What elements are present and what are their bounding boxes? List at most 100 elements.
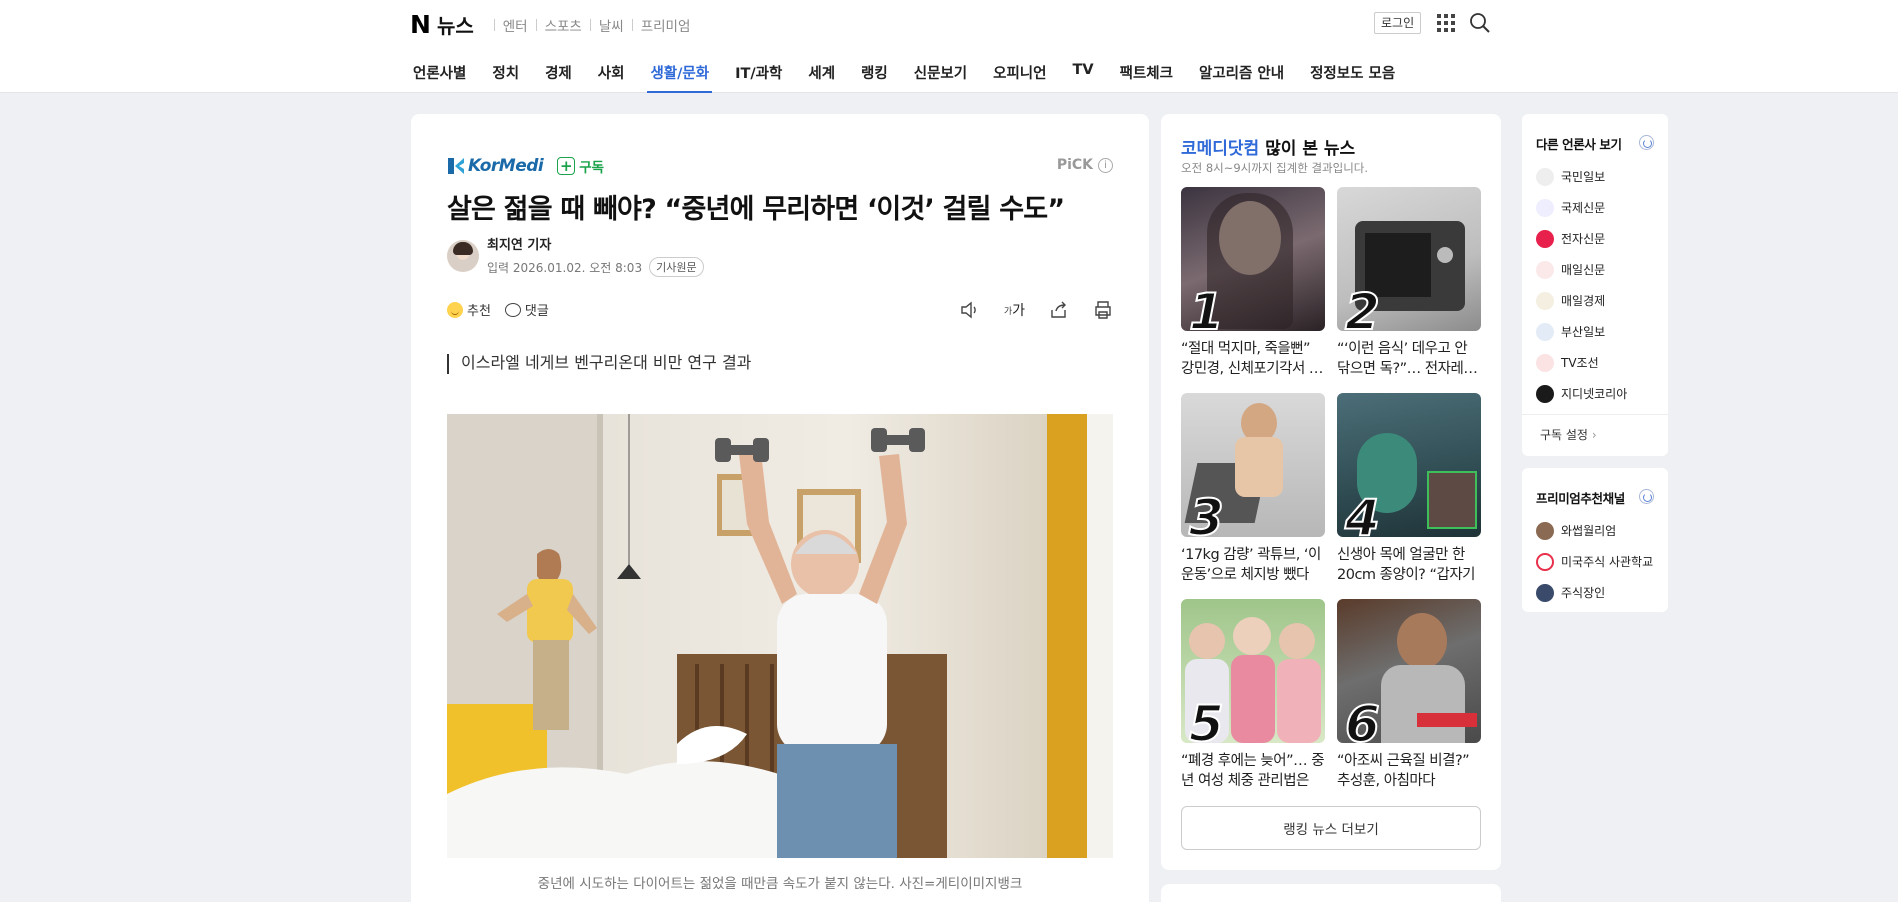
ranking-headline[interactable]: ‘17kg 감량’ 곽튜브, ‘이 운동’으로 체지방 뺐다 [1181,545,1325,585]
naver-logo[interactable]: N [410,10,431,39]
subscription-settings-link[interactable]: 구독 설정 › [1540,426,1597,443]
press-item[interactable]: 지디넷코리아 [1536,378,1627,409]
press-item[interactable]: 국민일보 [1536,161,1627,192]
ranking-headline[interactable]: “아조씨 근육질 비결?” 추성훈, 아침마다 [1337,751,1481,791]
pick-label: PiCK [1056,157,1093,173]
ranking-grid: 1 “절대 먹지마, 죽을뻔” 강민경, 신체포기각서 썼다 2 “‘이런 음식… [1181,187,1481,793]
ranking-item[interactable]: 2 “‘이런 음식’ 데우고 안 닦으면 독?”… 전자레인지 [1337,187,1481,381]
nav-item-world[interactable]: 세계 [805,58,838,93]
premium-item-name: 미국주식 사관학교 [1561,555,1654,569]
ranking-item[interactable]: 6 “아조씨 근육질 비결?” 추성훈, 아침마다 [1337,599,1481,793]
ranking-headline[interactable]: 신생아 목에 얼굴만 한 20cm 종양이? “갑자기 [1337,545,1481,585]
press-item-name: 매일신문 [1561,263,1606,277]
nav-item-press[interactable]: 언론사별 [410,58,469,93]
press-logo-icon [1536,167,1554,186]
original-article-link[interactable]: 기사원문 [649,257,704,277]
plus-icon: + [557,157,576,175]
photo-caption: 중년에 시도하는 다이어트는 젊었을 때만큼 속도가 붙지 않는다. 사진=게티… [537,876,1023,892]
ranking-headline[interactable]: “폐경 후에는 늦어”… 중년 여성 체중 관리법은 [1181,751,1325,791]
press-logo-icon [1536,384,1554,403]
nav-item-corrections[interactable]: 정정보도 모음 [1307,58,1398,93]
ranking-thumbnail[interactable]: 5 [1181,599,1325,743]
recommend-button[interactable]: 추천 [447,300,491,319]
ranking-headline[interactable]: “절대 먹지마, 죽을뻔” 강민경, 신체포기각서 썼다 [1181,339,1325,379]
ranking-item[interactable]: 4 신생아 목에 얼굴만 한 20cm 종양이? “갑자기 [1337,393,1481,587]
reporter-name[interactable]: 최지연 기자 [487,234,704,253]
byline-text: 최지연 기자 입력 2026.01.02. 오전 8:03 기사원문 [487,234,704,277]
rank-number: 6 [1344,695,1381,743]
share-button[interactable] [1049,301,1069,319]
most-viewed-title: 코메디닷컴 많이 본 뉴스 [1181,134,1355,159]
ranking-item[interactable]: 1 “절대 먹지마, 죽을뻔” 강민경, 신체포기각서 썼다 [1181,187,1325,381]
nav-item-it-science[interactable]: IT/과학 [732,58,785,93]
font-size-small-icon: 가 [1003,306,1013,317]
subscribe-button[interactable]: + 구독 [557,156,604,176]
premium-item-name: 와썹월리엄 [1561,524,1617,538]
reporter-avatar[interactable] [447,239,479,272]
channel-avatar [1536,521,1554,540]
divider [493,18,495,31]
premium-item[interactable]: 와썹월리엄 [1536,515,1653,546]
nav-item-life-culture[interactable]: 생활/문화 [647,58,712,93]
divider [1522,414,1668,415]
premium-list: 와썹월리엄 미국주식 사관학교 주식장인 [1536,515,1653,608]
print-button[interactable] [1093,301,1113,319]
service-link-weather[interactable]: 날씨 [599,15,624,35]
ranking-thumbnail[interactable]: 1 [1181,187,1325,331]
ranking-item[interactable]: 5 “폐경 후에는 늦어”… 중년 여성 체중 관리법은 [1181,599,1325,793]
nav-item-economy[interactable]: 경제 [542,58,575,93]
ranking-headline[interactable]: “‘이런 음식’ 데우고 안 닦으면 독?”… 전자레인지 [1337,339,1481,379]
search-icon[interactable] [1469,12,1491,34]
service-link-entertainment[interactable]: 엔터 [503,15,528,35]
news-home-link[interactable]: 뉴스 [437,10,474,39]
nav-item-ranking[interactable]: 랭킹 [858,58,891,93]
nav-item-tv[interactable]: TV [1069,58,1096,93]
tts-button[interactable] [960,301,980,319]
refresh-icon[interactable] [1639,489,1654,504]
rank-number: 3 [1188,489,1225,537]
press-item[interactable]: 매일경제 [1536,285,1627,316]
premium-item[interactable]: 미국주식 사관학교 [1536,546,1653,577]
divider [589,18,591,31]
press-item-name: 부산일보 [1561,325,1606,339]
press-logo[interactable]: KorMedi [447,156,544,176]
recommend-label: 추천 [467,304,491,319]
ranking-thumbnail[interactable]: 2 [1337,187,1481,331]
pick-badge[interactable]: PiCK i [1057,157,1113,173]
press-item[interactable]: 부산일보 [1536,316,1627,347]
service-link-sports[interactable]: 스포츠 [545,15,582,35]
press-item[interactable]: 전자신문 [1536,223,1627,254]
nav-item-newspaper[interactable]: 신문보기 [911,58,970,93]
font-size-button[interactable]: 가가 [1004,300,1025,320]
ranking-thumbnail[interactable]: 6 [1337,599,1481,743]
refresh-icon[interactable] [1639,135,1654,150]
premium-item[interactable]: 주식장인 [1536,577,1653,608]
ranking-item[interactable]: 3 ‘17kg 감량’ 곽튜브, ‘이 운동’으로 체지방 뺐다 [1181,393,1325,587]
login-button[interactable]: 로그인 [1374,12,1422,34]
reaction-bar: 추천 댓글 [447,300,563,319]
ranking-thumbnail[interactable]: 3 [1181,393,1325,537]
nav-item-politics[interactable]: 정치 [489,58,522,93]
article-tools: 가가 [936,300,1113,320]
service-link-premium[interactable]: 프리미엄 [641,15,691,35]
article-card: KorMedi + 구독 PiCK i 살은 젊을 때 빼야? “중년에 무리하… [411,114,1149,902]
nav-item-factcheck[interactable]: 팩트체크 [1117,58,1176,93]
info-icon[interactable]: i [1098,157,1113,173]
press-item[interactable]: 매일신문 [1536,254,1627,285]
service-links: 엔터 스포츠 날씨 프리미엄 [486,15,691,35]
nav-item-society[interactable]: 사회 [595,58,628,93]
nav-item-opinion[interactable]: 오피니언 [990,58,1049,93]
press-item[interactable]: 국제신문 [1536,192,1627,223]
press-item[interactable]: TV조선 [1536,347,1627,378]
ranking-thumbnail[interactable]: 4 [1337,393,1481,537]
most-viewed-press[interactable]: 코메디닷컴 [1181,139,1259,159]
share-icon [1051,301,1066,318]
apps-grid-icon[interactable] [1437,14,1455,32]
other-press-title: 다른 언론사 보기 [1536,137,1622,152]
ranking-more-button[interactable]: 랭킹 뉴스 더보기 [1181,806,1481,850]
press-list: 국민일보 국제신문 전자신문 매일신문 매일경제 부산일보 TV조선 지디넷코리… [1536,161,1627,409]
press-logo-icon [1536,229,1554,248]
press-item-name: TV조선 [1561,356,1599,370]
comment-button[interactable]: 댓글 [504,300,549,319]
nav-item-algorithm[interactable]: 알고리즘 안내 [1196,58,1287,93]
